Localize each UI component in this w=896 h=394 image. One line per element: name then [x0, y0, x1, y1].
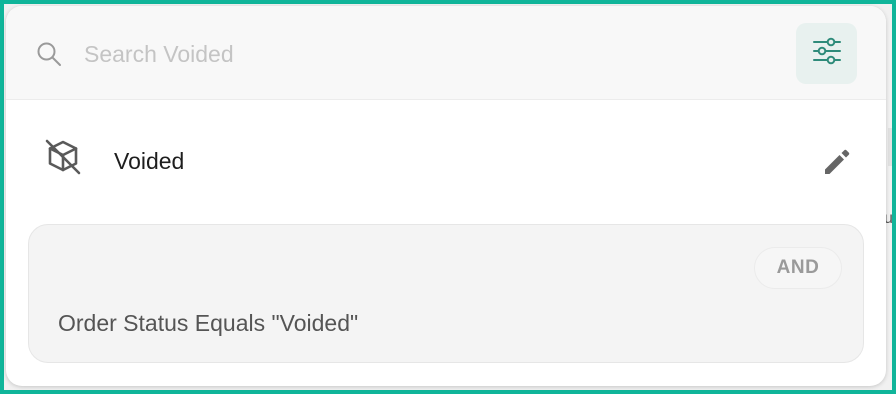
and-operator-chip[interactable]: AND [754, 247, 842, 289]
condition-card: AND Order Status Equals "Voided" [28, 224, 864, 363]
filter-button[interactable] [796, 23, 857, 84]
background-edge [888, 128, 892, 166]
search-input[interactable] [84, 34, 764, 74]
voided-panel: Voided AND Order Status Equals "Voided" [6, 6, 886, 386]
pencil-icon [822, 146, 852, 181]
condition-text: Order Status Equals "Voided" [58, 310, 359, 336]
edit-button[interactable] [820, 146, 854, 180]
search-icon [36, 41, 62, 67]
sliders-icon [812, 37, 842, 70]
item-label: Voided [114, 148, 185, 174]
box-off-icon [43, 137, 83, 177]
search-bar [6, 6, 886, 100]
voided-item-row: Voided [6, 124, 886, 200]
